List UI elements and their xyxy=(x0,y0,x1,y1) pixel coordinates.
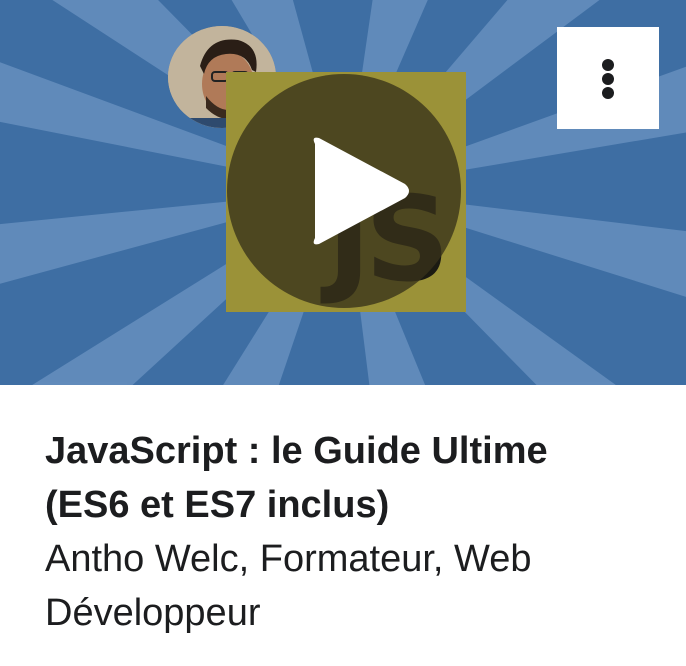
course-author-line-1: Antho Welc, Formateur, Web xyxy=(45,538,532,580)
vertical-dots-icon xyxy=(602,59,614,71)
course-title-line-1: JavaScript : le Guide Ultime xyxy=(45,430,548,472)
play-icon xyxy=(313,137,409,245)
vertical-dots-icon xyxy=(602,73,614,85)
more-options-button[interactable] xyxy=(557,27,659,129)
course-author: Antho Welc, Formateur, Web Développeur xyxy=(45,532,645,640)
course-title[interactable]: JavaScript : le Guide Ultime (ES6 et ES7… xyxy=(45,424,645,532)
course-author-line-2: Développeur xyxy=(45,592,261,634)
course-card[interactable]: JS JavaScript : le Guide Ultime (ES6 et … xyxy=(0,0,686,666)
course-title-line-2: (ES6 et ES7 inclus) xyxy=(45,484,390,526)
vertical-dots-icon xyxy=(602,87,614,99)
course-thumbnail[interactable]: JS xyxy=(0,0,686,385)
play-button[interactable] xyxy=(227,74,461,308)
